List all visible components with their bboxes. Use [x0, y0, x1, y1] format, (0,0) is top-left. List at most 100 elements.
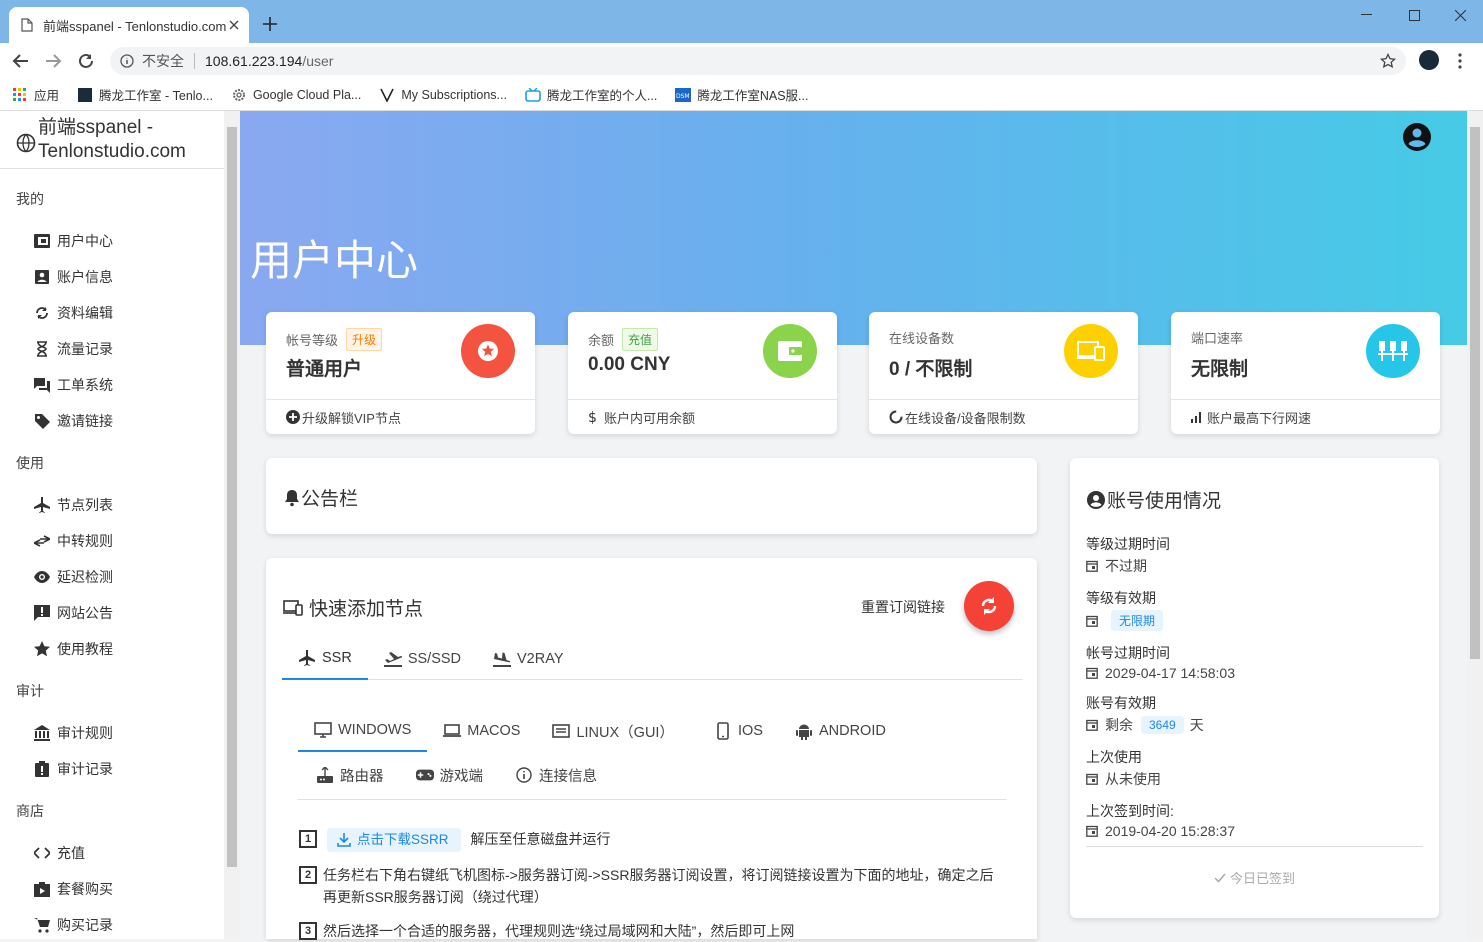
upgrade-badge[interactable]: 升级 [346, 328, 383, 351]
sidebar-item-announcement[interactable]: 网站公告 [0, 595, 224, 631]
reload-icon[interactable] [77, 52, 95, 70]
sidebar-item-label: 充值 [57, 845, 85, 861]
menu-dots-icon[interactable] [1458, 53, 1462, 69]
calendar-icon [1086, 825, 1098, 837]
bookmark-personal[interactable]: 腾龙工作室的个人... [525, 85, 657, 104]
new-tab-icon[interactable] [259, 13, 281, 35]
sidebar-item-dashboard[interactable]: 用户中心 [0, 223, 224, 259]
brand[interactable]: 前端sspanel - Tenlonstudio.com [0, 111, 224, 169]
bookmark-nas[interactable]: DSM 腾龙工作室NAS服... [675, 85, 808, 104]
dashboard-icon [34, 233, 50, 249]
browser-tab[interactable]: 前端sspanel - Tenlonstudio.com [9, 7, 249, 43]
bookmark-star-icon[interactable] [1380, 53, 1396, 69]
tab-macos[interactable]: MACOS [427, 710, 536, 752]
reset-subscription-button[interactable] [964, 581, 1014, 631]
gear-icon [231, 87, 247, 103]
stat-label: 帐号等级 [286, 333, 339, 348]
bookmark-label: Google Cloud Pla... [252, 87, 362, 102]
sidebar-item-profile-edit[interactable]: 资料编辑 [0, 295, 224, 331]
sidebar-item-relay[interactable]: 中转规则 [0, 523, 224, 559]
tab-label: 路由器 [340, 768, 384, 785]
download-ssrr-button[interactable]: 点击下载SSRR [327, 828, 461, 852]
profile-avatar[interactable] [1419, 50, 1439, 70]
sidebar-item-nodes[interactable]: 节点列表 [0, 487, 224, 523]
tab-ios[interactable]: IOS [690, 710, 779, 752]
minimize-icon[interactable] [1342, 0, 1390, 30]
check-icon [1214, 873, 1226, 883]
maximize-icon[interactable] [1390, 0, 1438, 30]
sidebar-item-traffic[interactable]: 流量记录 [0, 331, 224, 367]
main-scrollbar-thumb[interactable] [1470, 127, 1480, 659]
stat-circle [1064, 324, 1118, 378]
info-icon[interactable] [120, 54, 134, 68]
bookmark-label: My Subscriptions... [401, 87, 507, 102]
gamepad-icon [415, 766, 434, 784]
sidebar-item-invite[interactable]: 邀请链接 [0, 403, 224, 439]
checkin-button[interactable]: 今日已签到 [1070, 868, 1439, 887]
sidebar-item-label: 购买记录 [57, 917, 113, 933]
signal-bars-icon [1191, 410, 1205, 424]
tab-close-icon[interactable] [229, 20, 239, 30]
sidebar-item-recharge[interactable]: 充值 [0, 835, 224, 871]
dsm-icon: DSM [675, 87, 692, 103]
sidebar-item-account[interactable]: 账户信息 [0, 259, 224, 295]
sidebar-item-label: 账户信息 [57, 269, 113, 285]
sidebar-section-title: 使用 [16, 455, 44, 471]
close-window-icon[interactable] [1436, 0, 1483, 30]
report-icon [34, 761, 50, 777]
calendar-icon [1086, 719, 1098, 731]
stat-value: 普通用户 [286, 359, 363, 380]
tab-connection-info[interactable]: 连接信息 [499, 758, 613, 792]
airplane-icon [298, 649, 316, 667]
bookmark-label: 腾龙工作室 - Tenlo... [99, 89, 213, 103]
sidebar-item-tickets[interactable]: 工单系统 [0, 367, 224, 403]
tab-router[interactable]: 路由器 [298, 758, 400, 792]
calendar-icon [1086, 773, 1098, 785]
bookmark-google-cloud[interactable]: Google Cloud Pla... [231, 87, 361, 103]
user-avatar-icon[interactable] [1403, 123, 1431, 151]
sidebar-item-shop[interactable]: 套餐购买 [0, 871, 224, 907]
stat-card-devices: 在线设备数 0 / 不限制 在线设备/设备限制数 [869, 312, 1138, 434]
sidebar-item-audit-rules[interactable]: 审计规则 [0, 715, 224, 751]
tab-v2ray[interactable]: V2RAY [477, 638, 579, 680]
tab-windows[interactable]: WINDOWS [298, 710, 428, 752]
monitor-icon [314, 721, 332, 739]
tab-label: WINDOWS [338, 722, 412, 738]
download-icon [337, 833, 351, 847]
tab-game[interactable]: 游戏端 [400, 758, 500, 792]
level-valid-badge: 无限期 [1111, 610, 1164, 631]
bookmark-tenlo[interactable]: 腾龙工作室 - Tenlo... [77, 85, 213, 104]
bookmark-apps[interactable]: 应用 [12, 85, 59, 104]
stat-card-level: 帐号等级 升级 普通用户 升级解锁VIP节点 [266, 312, 535, 434]
back-icon[interactable] [12, 52, 30, 70]
stat-label: 端口速率 [1191, 331, 1244, 346]
account-valid-label: 账号有效期 [1086, 695, 1156, 711]
sidebar-item-label: 用户中心 [57, 233, 113, 249]
page-icon [21, 18, 33, 32]
address-bar[interactable]: 不安全 108.61.223.194/user [110, 47, 1406, 75]
bookmark-subscriptions[interactable]: My Subscriptions... [379, 87, 507, 103]
tab-android[interactable]: ANDROID [779, 710, 902, 752]
sidebar-scrollbar-thumb[interactable] [227, 127, 237, 867]
forward-icon[interactable] [44, 52, 62, 70]
tab-ssr[interactable]: SSR [282, 638, 368, 680]
stat-value: 无限制 [1191, 359, 1249, 380]
sidebar-item-audit-log[interactable]: 审计记录 [0, 751, 224, 787]
platform-tabs-2: 路由器 游戏端 连接信息 [298, 758, 1006, 800]
announcement-icon [34, 605, 50, 621]
recharge-badge[interactable]: 充值 [622, 328, 659, 351]
calendar-icon [1086, 615, 1098, 627]
tab-ss-ssd[interactable]: SS/SSD [368, 638, 477, 680]
sidebar-item-tutorial[interactable]: 使用教程 [0, 631, 224, 667]
airplane-icon [34, 497, 50, 513]
sidebar-item-purchases[interactable]: 购买记录 [0, 907, 224, 939]
last-used-label: 上次使用 [1086, 749, 1142, 765]
tab-label: ANDROID [818, 723, 886, 739]
tab-label: LINUX（GUI） [576, 724, 674, 741]
sidebar-item-latency[interactable]: 延迟检测 [0, 559, 224, 595]
last-used-value: 从未使用 [1105, 771, 1161, 787]
stat-label: 余额 [588, 333, 615, 348]
stat-footer: 账户内可用余额 [604, 410, 696, 426]
address-path: /user [302, 53, 334, 69]
tab-linux[interactable]: LINUX（GUI） [536, 710, 690, 752]
